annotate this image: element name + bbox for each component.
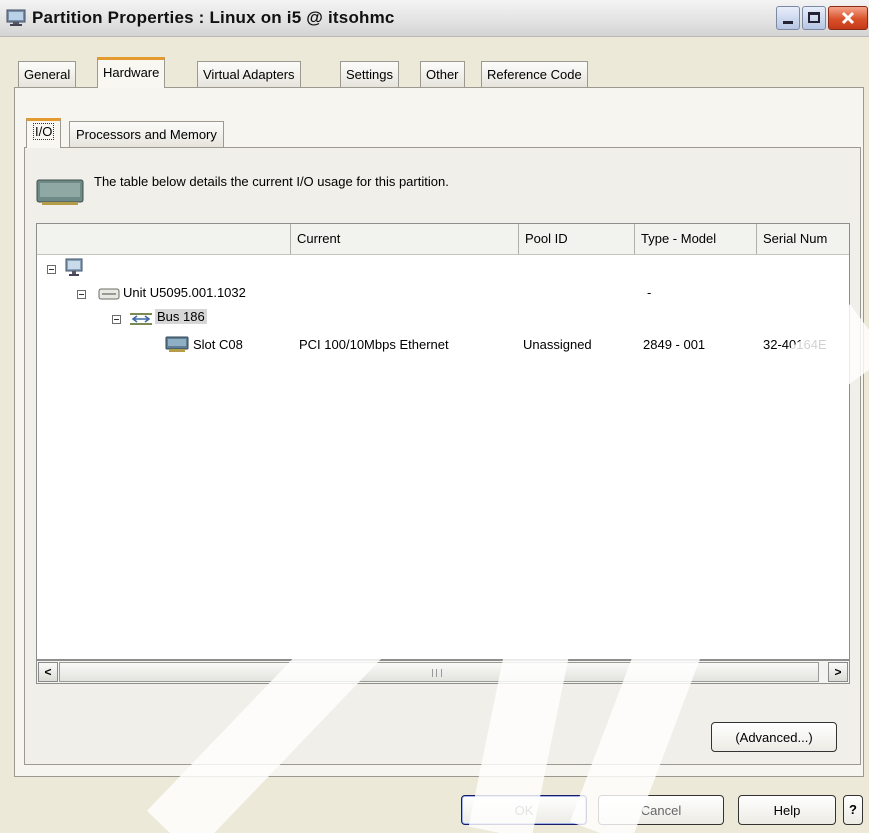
unit-type-model: - <box>647 285 652 300</box>
close-icon <box>841 11 855 25</box>
collapse-toggle[interactable] <box>47 265 56 274</box>
window-title: Partition Properties : Linux on i5 @ its… <box>32 8 395 27</box>
partition-properties-window: Partition Properties : Linux on i5 @ its… <box>0 0 869 833</box>
subtab-io[interactable]: I/O <box>26 118 62 148</box>
maximize-icon <box>808 12 820 23</box>
unit-label: Unit U5095.001.1032 <box>123 285 246 300</box>
slot-pool-id: Unassigned <box>523 337 592 352</box>
subtab-io-label: I/O <box>33 123 55 140</box>
unit-drawer-icon <box>98 288 120 300</box>
scroll-thumb[interactable] <box>59 662 819 682</box>
tree-row-unit[interactable]: Unit U5095.001.1032 - <box>37 283 849 305</box>
column-header-type-model[interactable]: Type - Model <box>635 224 757 254</box>
collapse-toggle[interactable] <box>112 315 121 324</box>
subtab-processors-memory[interactable]: Processors and Memory <box>69 121 224 147</box>
title-bar[interactable]: Partition Properties : Linux on i5 @ its… <box>0 0 869 37</box>
bus-icon <box>130 313 152 325</box>
context-help-button[interactable]: ? <box>843 795 863 825</box>
minimize-icon <box>783 21 793 24</box>
table-header: Current Pool ID Type - Model Serial Num <box>37 224 849 255</box>
io-adapter-icon <box>36 179 84 205</box>
scroll-left-button[interactable]: < <box>38 662 58 682</box>
chevron-right-icon: > <box>834 665 842 679</box>
tab-virtual-adapters[interactable]: Virtual Adapters <box>197 61 301 87</box>
minimize-button[interactable] <box>776 6 800 30</box>
chevron-left-icon: < <box>44 665 52 679</box>
slot-serial: 32-40164E <box>763 337 827 352</box>
ok-button[interactable]: OK <box>461 795 587 825</box>
help-button[interactable]: Help <box>738 795 836 825</box>
system-icon <box>65 258 83 276</box>
io-usage-table[interactable]: Current Pool ID Type - Model Serial Num … <box>36 223 850 660</box>
bus-label: Bus 186 <box>155 309 207 324</box>
column-header-pool-id[interactable]: Pool ID <box>519 224 635 254</box>
tab-other[interactable]: Other <box>420 61 465 87</box>
cancel-button[interactable]: Cancel <box>598 795 724 825</box>
tab-general[interactable]: General <box>18 61 77 87</box>
tab-settings[interactable]: Settings <box>340 61 399 87</box>
maximize-button[interactable] <box>802 6 826 30</box>
close-button[interactable] <box>828 6 868 30</box>
column-header-tree[interactable] <box>37 224 291 254</box>
scroll-right-button[interactable]: > <box>828 662 848 682</box>
advanced-button[interactable]: (Advanced...) <box>711 722 837 752</box>
adapter-card-icon <box>165 336 189 352</box>
column-header-serial-num[interactable]: Serial Num <box>757 224 849 254</box>
monitor-icon <box>6 9 26 26</box>
grip-icon <box>432 669 442 677</box>
tree-row-root[interactable] <box>37 258 849 280</box>
horizontal-scrollbar[interactable]: < > <box>36 660 850 684</box>
slot-current: PCI 100/10Mbps Ethernet <box>299 337 449 352</box>
tree-row-bus[interactable]: Bus 186 <box>37 308 849 330</box>
io-description: The table below details the current I/O … <box>94 174 449 189</box>
tree-row-slot[interactable]: Slot C08 PCI 100/10Mbps Ethernet Unassig… <box>37 333 849 357</box>
slot-label: Slot C08 <box>193 337 243 352</box>
tab-hardware[interactable]: Hardware <box>97 57 166 88</box>
collapse-toggle[interactable] <box>77 290 86 299</box>
column-header-current[interactable]: Current <box>291 224 519 254</box>
tab-reference-code[interactable]: Reference Code <box>481 61 588 87</box>
slot-type-model: 2849 - 001 <box>643 337 706 352</box>
